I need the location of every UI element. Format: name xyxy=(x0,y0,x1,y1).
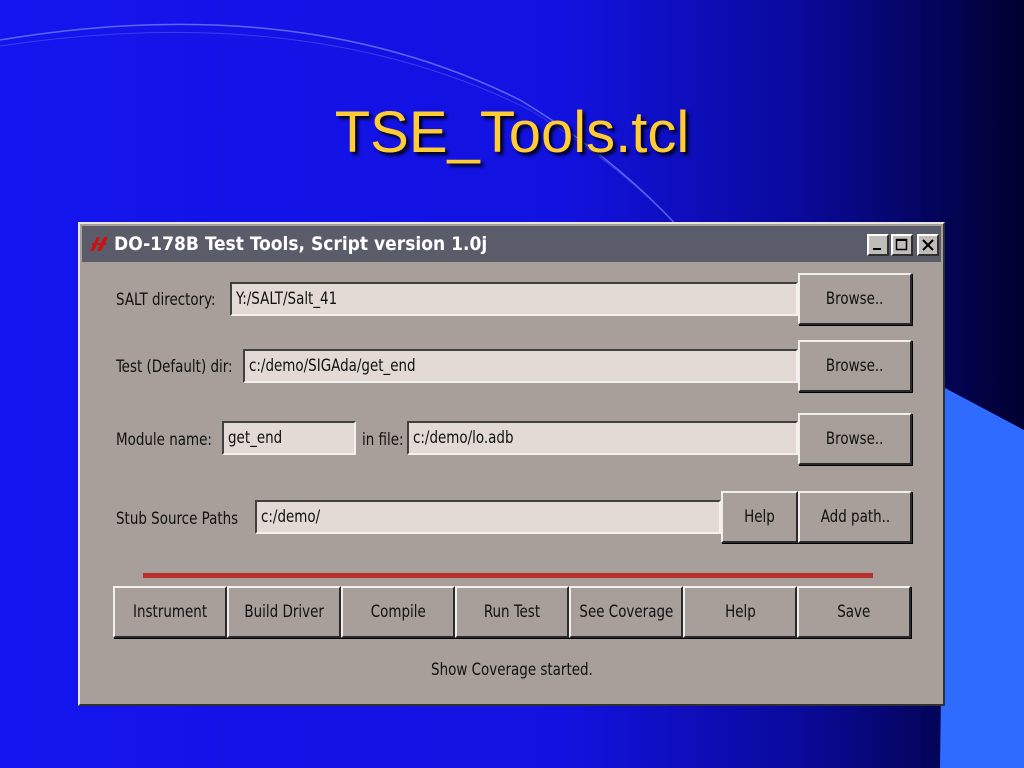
minimize-icon xyxy=(873,248,881,250)
add-path-button[interactable]: Add path.. xyxy=(798,491,912,543)
stub-source-paths-value: c:/demo/ xyxy=(261,507,321,527)
status-bar: Show Coverage started. xyxy=(78,660,945,680)
close-icon xyxy=(922,239,934,251)
in-file-value: c:/demo/lo.adb xyxy=(413,428,514,448)
stub-source-paths-label: Stub Source Paths xyxy=(116,509,239,529)
instrument-label: Instrument xyxy=(132,602,208,622)
window-title: DO-178B Test Tools, Script version 1.0j xyxy=(114,233,488,255)
maximize-button[interactable] xyxy=(891,234,913,256)
module-name-value: get_end xyxy=(228,428,283,448)
in-file-field[interactable]: c:/demo/lo.adb xyxy=(407,421,798,455)
run-test-label: Run Test xyxy=(483,602,541,622)
test-browse-button[interactable]: Browse.. xyxy=(798,340,912,392)
save-label: Save xyxy=(837,602,871,622)
salt-browse-label: Browse.. xyxy=(826,289,884,309)
stub-help-label: Help xyxy=(744,507,775,527)
see-coverage-label: See Coverage xyxy=(579,602,673,622)
salt-directory-field[interactable]: Y:/SALT/Salt_41 xyxy=(230,282,798,316)
window-titlebar[interactable]: DO-178B Test Tools, Script version 1.0j xyxy=(82,226,941,262)
salt-directory-value: Y:/SALT/Salt_41 xyxy=(236,289,338,309)
stub-help-button[interactable]: Help xyxy=(721,491,798,543)
compile-button[interactable]: Compile xyxy=(341,586,455,638)
module-name-field[interactable]: get_end xyxy=(222,421,356,455)
tk-feather-icon xyxy=(88,235,110,258)
add-path-label: Add path.. xyxy=(820,507,890,527)
module-name-label: Module name: xyxy=(116,430,212,450)
module-browse-button[interactable]: Browse.. xyxy=(798,413,912,465)
close-button[interactable] xyxy=(917,234,939,256)
build-driver-button[interactable]: Build Driver xyxy=(227,586,341,638)
module-browse-label: Browse.. xyxy=(826,429,884,449)
slide-title: TSE_Tools.tcl xyxy=(334,100,690,165)
test-browse-label: Browse.. xyxy=(826,356,884,376)
stub-source-paths-field[interactable]: c:/demo/ xyxy=(255,500,721,534)
run-test-button[interactable]: Run Test xyxy=(455,586,569,638)
build-driver-label: Build Driver xyxy=(244,602,324,622)
compile-label: Compile xyxy=(370,602,426,622)
maximize-icon xyxy=(895,238,908,251)
help-label: Help xyxy=(724,602,756,622)
separator-line xyxy=(143,573,873,578)
salt-directory-label: SALT directory: xyxy=(116,290,216,310)
status-text: Show Coverage started. xyxy=(430,660,593,680)
save-button[interactable]: Save xyxy=(797,586,911,638)
salt-browse-button[interactable]: Browse.. xyxy=(798,273,912,325)
help-button[interactable]: Help xyxy=(683,586,797,638)
minimize-button[interactable] xyxy=(867,234,889,256)
see-coverage-button[interactable]: See Coverage xyxy=(569,586,683,638)
in-file-label: in file: xyxy=(362,430,404,450)
test-dir-label: Test (Default) dir: xyxy=(116,357,233,377)
test-dir-field[interactable]: c:/demo/SIGAda/get_end xyxy=(243,349,798,383)
test-dir-value: c:/demo/SIGAda/get_end xyxy=(249,356,416,376)
instrument-button[interactable]: Instrument xyxy=(113,586,227,638)
